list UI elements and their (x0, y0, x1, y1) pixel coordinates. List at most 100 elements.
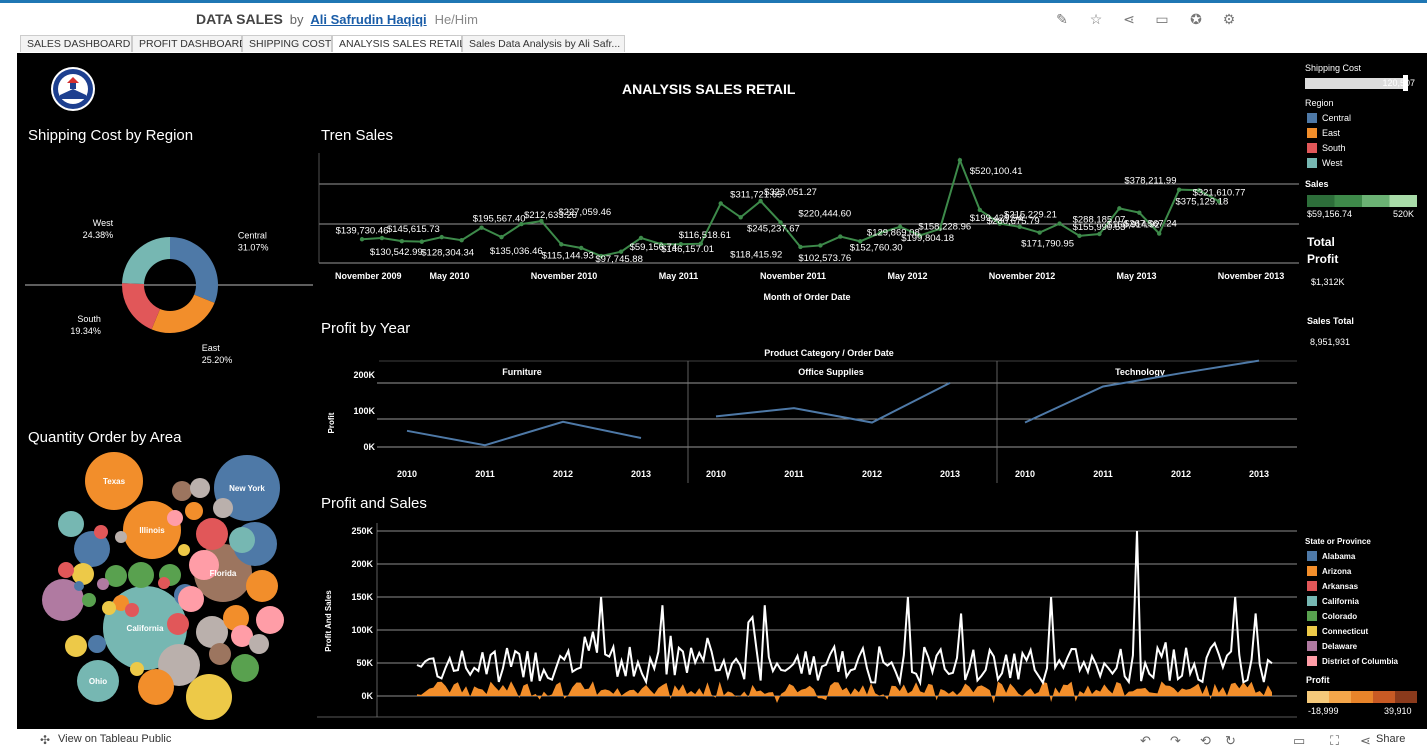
legend-swatch (1307, 596, 1317, 606)
revert-icon[interactable]: ⟲ (1200, 733, 1211, 749)
shipping-cost-filter-label: Shipping Cost (1305, 63, 1362, 73)
pby-ytick: 200K (353, 370, 375, 380)
redo-icon[interactable]: ↷ (1170, 733, 1181, 749)
bubble-state (172, 481, 192, 501)
profit-color-ramp (1307, 691, 1417, 703)
bubble-state (72, 563, 94, 585)
tren-sales-chart: $139,730.46 $130,542.99 $145,615.73 $128,30… (318, 153, 1299, 302)
shipping-cost-value: 120,507 (1382, 78, 1415, 88)
pby-panel-title: Technology (1115, 367, 1165, 377)
bubble-state (158, 577, 170, 589)
bubble-state (65, 635, 87, 657)
sales-max-label: 520K (1393, 209, 1415, 219)
tren-point (439, 234, 444, 240)
legend-state-connecticut[interactable]: Connecticut (1307, 626, 1368, 636)
tren-point (559, 242, 564, 247)
tren-point (638, 235, 644, 241)
bubble-state (128, 562, 154, 588)
bubble-state (94, 525, 108, 539)
workbook-title: DATA SALES by Ali Safrudin Haqiqi He/Him (196, 11, 478, 27)
pby-header: Product Category / Order Date (764, 348, 894, 358)
gear-icon[interactable]: ⚙ (1221, 11, 1237, 27)
workbook-name: DATA SALES (196, 11, 283, 27)
legend-state-california[interactable]: California (1307, 596, 1359, 606)
pby-panel-title: Furniture (502, 367, 542, 377)
legend-label: California (1322, 597, 1359, 606)
tren-data-label: $158,228.96 (918, 221, 971, 232)
bubble-state (213, 498, 233, 518)
bubble-state (246, 570, 278, 602)
tren-sales-title: Tren Sales (321, 127, 393, 144)
legend-region-east[interactable]: East (1307, 128, 1340, 138)
legend-state-arkansas[interactable]: Arkansas (1307, 581, 1358, 591)
tab-profit-dashboard[interactable]: PROFIT DASHBOARD (132, 35, 247, 52)
comment-icon[interactable]: ▭ (1154, 11, 1170, 27)
bubble-label: Ohio (89, 677, 107, 686)
legend-label: Colorado (1322, 612, 1358, 621)
shipping-cost-slider[interactable]: 120,507 (1305, 78, 1415, 89)
legend-region-west[interactable]: West (1307, 158, 1342, 168)
bubble-state (190, 478, 210, 498)
legend-swatch (1307, 626, 1317, 636)
bubble-state (196, 616, 228, 648)
profit-legend-title: Profit (1306, 675, 1330, 685)
legend-state-alabama[interactable]: Alabama (1307, 551, 1355, 561)
tren-data-label: $215,229.21 (1004, 210, 1057, 221)
tren-xtick: November 2012 (989, 271, 1056, 281)
device-layout-icon[interactable]: ▭ (1293, 733, 1305, 749)
share-footer-icon[interactable]: ⋖ (1360, 733, 1371, 749)
legend-region-south[interactable]: South (1307, 143, 1346, 153)
tren-point (718, 201, 723, 206)
tren-xtick: November 2009 (335, 271, 402, 281)
sales-color-ramp (1307, 195, 1417, 207)
donut-label-name: West (93, 218, 114, 228)
footer-toolbar: ✣ View on Tableau Public ↶ ↷ ⟲ ↻ ▭ ⛶ ⋖ S… (0, 729, 1427, 753)
edit-icon[interactable]: ✎ (1054, 11, 1070, 27)
share-icon[interactable]: ⋖ (1121, 11, 1137, 27)
tren-data-label: $97,745.88 (595, 254, 643, 265)
legend-region-central[interactable]: Central (1307, 113, 1351, 123)
tren-xaxis-title: Month of Order Date (764, 292, 851, 302)
pby-ytick: 100K (353, 406, 375, 416)
pby-xtick: 2012 (1171, 469, 1191, 479)
pas-ytick: 0K (361, 691, 373, 701)
share-button[interactable]: Share (1376, 733, 1405, 745)
tren-point (479, 225, 484, 230)
tab-sales-dashboard[interactable]: SALES DASHBOARD (20, 35, 132, 52)
legend-state-arizona[interactable]: Arizona (1307, 566, 1351, 576)
fullscreen-icon[interactable]: ⛶ (1330, 733, 1339, 749)
badge-icon[interactable]: ✪ (1188, 11, 1204, 27)
quantity-by-area-title: Quantity Order by Area (28, 429, 182, 446)
slider-handle[interactable] (1403, 75, 1408, 91)
bubble-state (249, 634, 269, 654)
tren-point (1157, 231, 1162, 236)
legend-swatch (1307, 656, 1317, 666)
undo-icon[interactable]: ↶ (1140, 733, 1151, 749)
legend-state-colorado[interactable]: Colorado (1307, 611, 1357, 621)
legend-swatch (1307, 143, 1317, 153)
bubble-state (82, 593, 96, 607)
tab-analysis-sales-retail[interactable]: ANALYSIS SALES RETAIL (332, 35, 465, 52)
legend-state-district-of-columbia[interactable]: District of Columbia (1307, 656, 1398, 666)
pas-ytick: 200K (351, 559, 373, 569)
tren-data-label: $520,100.41 (970, 166, 1023, 177)
star-icon[interactable]: ☆ (1088, 11, 1104, 27)
tableau-icon: ✣ (40, 733, 51, 747)
tab-sales-data-analysis[interactable]: Sales Data Analysis by Ali Safr... (462, 35, 625, 52)
sales-total-label: Sales Total (1307, 316, 1354, 326)
bubble-state (167, 510, 183, 526)
region-legend-title: Region (1305, 98, 1334, 108)
tab-shipping-cost[interactable]: SHIPPING COST (242, 35, 332, 52)
tren-data-label: $118,415.92 (730, 250, 782, 261)
refresh-icon[interactable]: ↻ (1225, 733, 1236, 749)
pas-ytick: 250K (351, 526, 373, 536)
view-on-tableau-link[interactable]: View on Tableau Public (58, 733, 171, 745)
author-link[interactable]: Ali Safrudin Haqiqi (310, 12, 426, 27)
legend-state-delaware[interactable]: Delaware (1307, 641, 1357, 651)
legend-swatch (1307, 128, 1317, 138)
bubble-state (231, 654, 259, 682)
donut-label-name: Central (238, 230, 267, 240)
pby-ytick: 0K (363, 442, 375, 452)
tren-data-label: $145,615.73 (387, 224, 440, 235)
tren-data-label: $116,518.61 (679, 230, 731, 241)
